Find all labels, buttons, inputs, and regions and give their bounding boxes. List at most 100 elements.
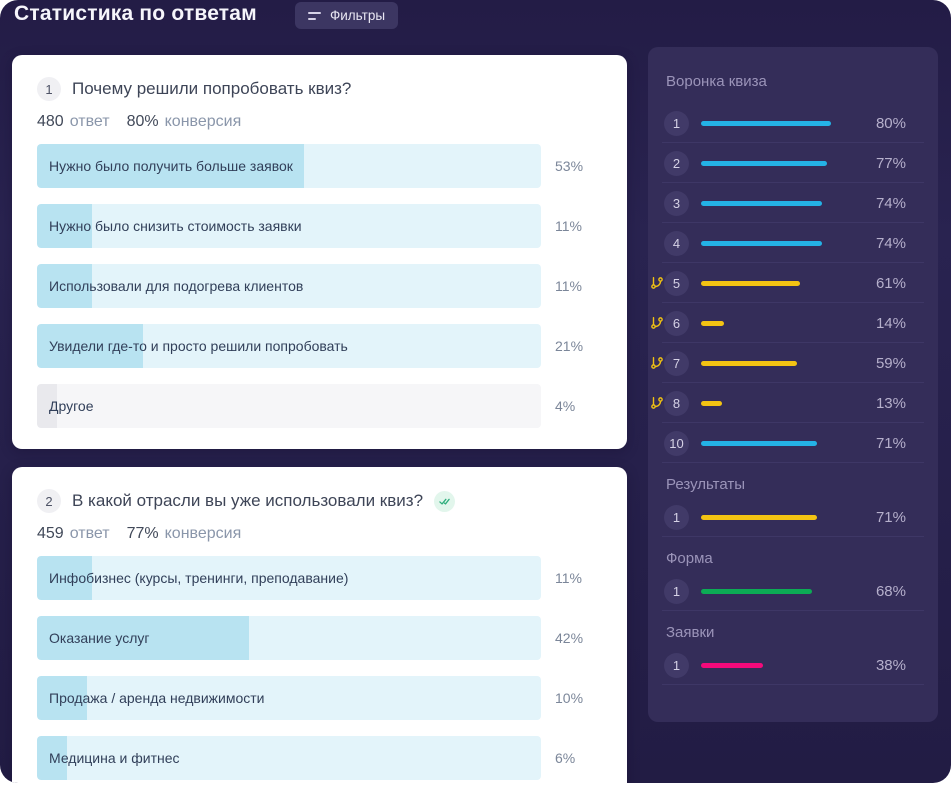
conversion-value: 77% [126,525,159,542]
step-number-badge: 3 [664,190,689,216]
question-number-badge: 2 [37,489,61,513]
step-number-badge: 4 [664,230,689,256]
funnel-row: 1 38% [648,645,938,685]
funnel-row: 7 59% [648,343,938,383]
funnel-row: 4 74% [648,223,938,263]
filters-button[interactable]: Фильтры [295,2,399,29]
conversion-label: конверсия [164,113,242,130]
question-title: Почему решили попробовать квиз? [72,79,352,98]
answer-row: Другое 4% [37,384,602,428]
step-number-badge: 1 [664,652,689,678]
answer-bar: Инфобизнес (курсы, тренинги, преподавани… [37,556,541,600]
step-percent: 59% [875,354,906,372]
answer-percent: 21% [555,338,584,354]
step-bar-fill [701,514,817,520]
step-bar-fill [701,360,797,366]
step-bar-fill [701,160,827,166]
step-bar [701,120,864,126]
answer-row: Увидели где-то и просто решили попробова… [37,324,602,368]
answer-label: Оказание услуг [49,630,150,646]
step-bar [701,320,864,326]
funnel-rows: 1 80% 2 77% 3 74% 4 74% 5 61% 6 14% 7 59… [648,103,938,685]
conversion-value: 80% [126,113,159,130]
answer-bar: Другое [37,384,541,428]
step-bar [701,440,864,446]
question-stats: 459 ответ 77% конверсия [37,525,602,543]
step-percent: 74% [875,234,906,252]
questions-column: 1 Почему решили попробовать квиз? 480 от… [12,55,627,783]
funnel-row: 2 77% [648,143,938,183]
step-bar-fill [701,440,817,446]
answer-bar: Оказание услуг [37,616,541,660]
answer-bar: Нужно было получить больше заявок [37,144,541,188]
question-header: 2 В какой отрасли вы уже использовали кв… [37,489,602,513]
answer-row: Использовали для подогрева клиентов 11% [37,264,602,308]
double-check-icon [434,490,456,512]
answer-percent: 42% [555,630,584,646]
answer-percent: 11% [555,278,582,294]
question-number-badge: 1 [37,77,61,101]
answer-label: Нужно было получить больше заявок [49,158,293,174]
answer-row: Медицина и фитнес 6% [37,736,602,780]
step-bar-fill [701,240,822,246]
answer-percent: 11% [555,218,582,234]
page-title: Статистика по ответам [14,2,257,25]
step-number-badge: 1 [664,578,689,604]
funnel-section-label: Форма [666,550,713,567]
answer-percent: 10% [555,690,584,706]
funnel-row: 1 68% [648,571,938,611]
branch-icon [650,316,664,330]
answer-bar: Продажа / аренда недвижимости [37,676,541,720]
answer-percent: 4% [555,398,576,414]
step-percent: 74% [875,194,906,212]
step-number-badge: 1 [664,110,689,136]
step-bar [701,200,864,206]
header: Статистика по ответам Фильтры [0,0,951,42]
funnel-panel: Воронка квиза 1 80% 2 77% 3 74% 4 74% 5 … [648,47,938,722]
branch-icon [650,276,664,290]
funnel-row: 8 13% [648,383,938,423]
question-stats: 480 ответ 80% конверсия [37,113,602,131]
answer-row: Инфобизнес (курсы, тренинги, преподавани… [37,556,602,600]
answer-row: Нужно было получить больше заявок 53% [37,144,602,188]
funnel-row: 6 14% [648,303,938,343]
step-bar-fill [701,320,724,326]
step-percent: 61% [875,274,906,292]
step-bar [701,160,864,166]
funnel-section-label: Результаты [666,476,745,493]
step-percent: 68% [875,582,906,600]
step-bar-fill [701,588,812,594]
funnel-row: 1 80% [648,103,938,143]
answers-count-label: ответ [69,113,110,130]
step-bar [701,514,864,520]
conversion-label: конверсия [164,525,242,542]
step-number-badge: 6 [664,310,689,336]
step-bar [701,662,864,668]
branch-icon [650,396,664,410]
step-bar-fill [701,280,800,286]
filter-icon [308,11,321,20]
answer-label: Продажа / аренда недвижимости [49,690,265,706]
question-card: 2 В какой отрасли вы уже использовали кв… [12,467,627,783]
answer-label: Увидели где-то и просто решили попробова… [49,338,348,354]
answer-percent: 11% [555,570,582,586]
funnel-section-label: Заявки [666,624,715,641]
answer-bar: Медицина и фитнес [37,736,541,780]
funnel-title: Воронка квиза [666,73,767,90]
step-bar-fill [701,662,763,668]
step-bar [701,588,864,594]
funnel-row: 10 71% [648,423,938,463]
answers-count: 459 [37,525,64,542]
step-percent: 38% [875,656,906,674]
funnel-row: 5 61% [648,263,938,303]
answer-label: Использовали для подогрева клиентов [49,278,304,294]
step-bar-fill [701,200,822,206]
step-percent: 13% [875,394,906,412]
funnel-row: 1 71% [648,497,938,537]
answer-row: Оказание услуг 42% [37,616,602,660]
answer-row: Нужно было снизить стоимость заявки 11% [37,204,602,248]
statistics-widget: Статистика по ответам Фильтры 1 Почему р… [0,0,951,783]
step-bar-fill [701,400,722,406]
filters-button-label: Фильтры [330,8,386,23]
step-bar-fill [701,120,831,126]
